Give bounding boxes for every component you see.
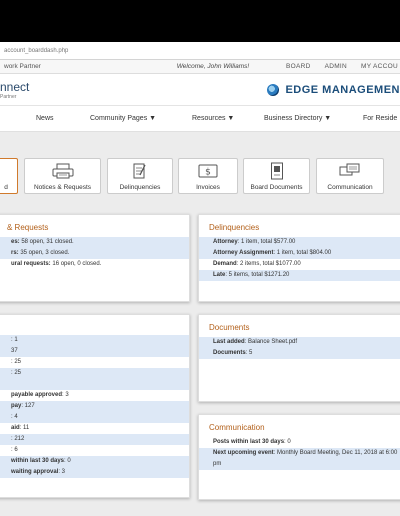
printer-icon (25, 159, 100, 179)
list-item[interactable]: Attorney: 1 item, total $577.00 (199, 237, 400, 248)
edge-management-logo[interactable]: EDGE MANAGEMEN (267, 83, 400, 96)
list-item[interactable]: : 212 (0, 434, 189, 445)
list-item[interactable]: rs: 35 open, 3 closed. (0, 248, 189, 259)
brand-tagline: work Partner (4, 63, 41, 70)
panel-title: & Requests (7, 223, 49, 232)
nav-for-residents[interactable]: For Reside (363, 115, 397, 122)
nav-news[interactable]: News (36, 115, 54, 122)
list-item[interactable]: : 6 (0, 445, 189, 456)
tile-invoices[interactable]: $ Invoices (178, 158, 238, 194)
edge-management-text: EDGE MANAGEMEN (285, 83, 400, 96)
top-bar: work Partner Welcome, John Williams! BOA… (0, 60, 400, 74)
list-item[interactable]: within last 30 days: 0 (0, 456, 189, 467)
nav-business-directory[interactable]: Business Directory ▼ (264, 115, 331, 122)
list-item[interactable] (0, 379, 189, 390)
nav-community-pages[interactable]: Community Pages ▼ (90, 115, 156, 122)
list-item[interactable]: pm (199, 459, 400, 470)
invoice-icon: $ (179, 159, 237, 179)
tile-notices-requests[interactable]: Notices & Requests (24, 158, 101, 194)
list-item[interactable]: : 25 (0, 368, 189, 379)
dashboard-icon (0, 159, 17, 179)
invoices-panel: : 1 37 : 25 : 25 payable approved: 3 pay… (0, 314, 190, 498)
list-item[interactable]: es: 58 open, 31 closed. (0, 237, 189, 248)
list-item[interactable]: ural requests: 16 open, 0 closed. (0, 259, 189, 270)
list-item[interactable]: Demand: 2 items, total $1077.00 (199, 259, 400, 270)
list-item[interactable]: Posts within last 30 days: 0 (199, 437, 400, 448)
tile-label: d (4, 184, 8, 191)
top-links: BOARD ADMIN MY ACCOU (286, 63, 400, 70)
list-item[interactable]: Late: 5 items, total $1271.20 (199, 270, 400, 281)
list-item[interactable]: : 25 (0, 357, 189, 368)
list-item[interactable]: 37 (0, 346, 189, 357)
nav-resources[interactable]: Resources ▼ (192, 115, 234, 122)
main-nav: News Community Pages ▼ Resources ▼ Busin… (0, 106, 400, 132)
list-item[interactable]: Documents: 5 (199, 348, 400, 359)
community-logo-subtext: Partner (0, 93, 17, 100)
svg-text:$: $ (205, 168, 211, 178)
tile-label: Invoices (196, 184, 220, 191)
documents-panel: Documents Last added: Balance Sheet.pdf … (198, 314, 400, 402)
globe-icon (267, 83, 280, 96)
notices-requests-panel: & Requests es: 58 open, 31 closed. rs: 3… (0, 214, 190, 302)
my-account-link[interactable]: MY ACCOU (361, 63, 398, 70)
url-text: account_boarddash.php (4, 47, 69, 54)
list-item[interactable]: waiting approval: 3 (0, 467, 189, 478)
list-item[interactable]: payable approved: 3 (0, 390, 189, 401)
board-link[interactable]: BOARD (286, 63, 311, 70)
tile-delinquencies[interactable]: Delinquencies (107, 158, 173, 194)
admin-link[interactable]: ADMIN (325, 63, 347, 70)
tile-label: Communication (327, 184, 373, 191)
panel-title: Documents (209, 323, 250, 332)
list-item[interactable]: Next upcoming event: Monthly Board Meeti… (199, 448, 400, 459)
welcome-message: Welcome, John Williams! (176, 63, 250, 70)
site-header: nnect Partner EDGE MANAGEMEN (0, 74, 400, 106)
tile-label: Delinquencies (119, 184, 161, 191)
notepad-icon (108, 159, 172, 179)
panel-title: Communication (209, 423, 265, 432)
tile-label: Notices & Requests (33, 184, 92, 191)
delinquencies-panel: Delinquencies Attorney: 1 item, total $5… (198, 214, 400, 302)
tile-board-documents[interactable]: Board Documents (243, 158, 310, 194)
panel-title: Delinquencies (209, 223, 260, 232)
chat-icon (317, 159, 383, 179)
document-icon (244, 159, 309, 180)
tile-communication[interactable]: Communication (316, 158, 384, 194)
tile-label: Board Documents (250, 184, 303, 191)
address-bar[interactable]: account_boarddash.php (0, 42, 400, 60)
list-item[interactable]: Attorney Assignment: 1 item, total $804.… (199, 248, 400, 259)
tile-dashboard[interactable]: d (0, 158, 18, 194)
communication-panel: Communication Posts within last 30 days:… (198, 414, 400, 500)
list-item[interactable]: pay: 127 (0, 401, 189, 412)
list-item[interactable]: : 1 (0, 335, 189, 346)
list-item[interactable]: Last added: Balance Sheet.pdf (199, 337, 400, 348)
dashboard-tiles: d Notices & Requests Delinquencies $ Inv… (0, 158, 400, 198)
community-logo-text: nnect (0, 79, 30, 94)
community-logo[interactable]: nnect Partner (0, 80, 29, 100)
list-item[interactable]: : 4 (0, 412, 189, 423)
list-item[interactable]: aid: 11 (0, 423, 189, 434)
